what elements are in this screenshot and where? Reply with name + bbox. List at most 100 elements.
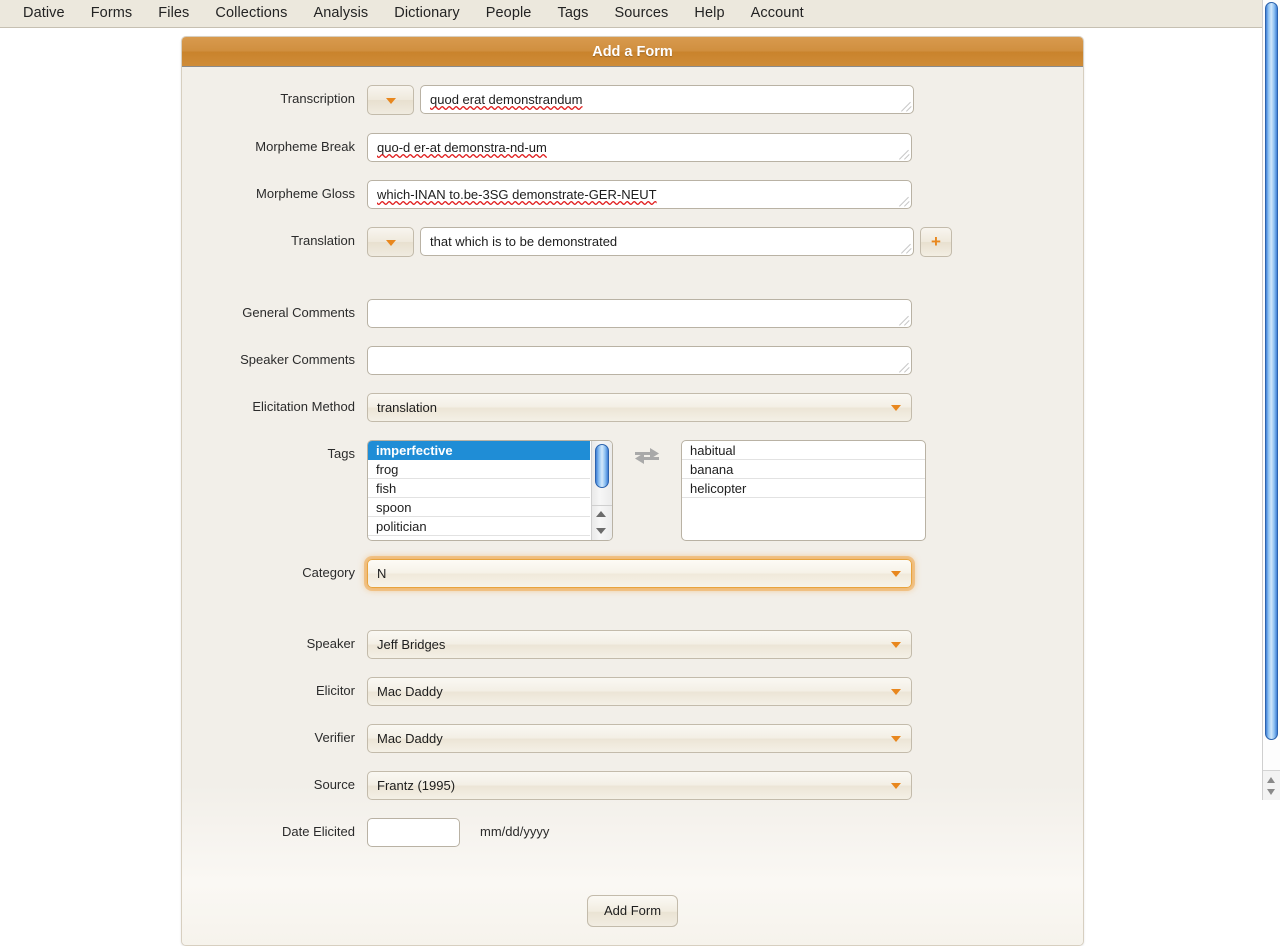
translation-dropdown-button[interactable] xyxy=(367,227,414,257)
tags-available-list[interactable]: imperfective frog fish spoon politician xyxy=(367,440,613,541)
plus-icon: + xyxy=(931,232,941,252)
elicitor-select[interactable]: Mac Daddy xyxy=(367,677,912,706)
source-label: Source xyxy=(313,777,355,792)
page-scrollbar-thumb[interactable] xyxy=(1265,2,1278,740)
field-row-translation: Translation that which is to be demonstr… xyxy=(182,227,1083,257)
field-row-elicitation-method: Elicitation Method translation xyxy=(182,393,1083,422)
tags-scroll-down-arrow-icon[interactable] xyxy=(596,528,606,534)
panel-footer: Add Form xyxy=(182,883,1083,945)
field-row-general-comments: General Comments xyxy=(182,299,1083,328)
tags-list-scrollbar[interactable] xyxy=(591,441,612,540)
tags-option-fish[interactable]: fish xyxy=(368,479,590,498)
translation-label: Translation xyxy=(291,233,355,248)
tags-scrollbar-thumb[interactable] xyxy=(595,444,609,488)
menu-item-forms[interactable]: Forms xyxy=(78,2,146,25)
field-row-tags: Tags imperfective frog fish spoon politi… xyxy=(182,440,1083,541)
transcription-label: Transcription xyxy=(280,91,355,106)
morpheme-gloss-label: Morpheme Gloss xyxy=(256,186,355,201)
field-row-source: Source Frantz (1995) xyxy=(182,771,1083,800)
menu-item-account[interactable]: Account xyxy=(738,2,817,25)
transcription-dropdown-button[interactable] xyxy=(367,85,414,115)
caret-down-icon xyxy=(891,735,901,742)
transcription-input[interactable]: quod erat demonstrandum xyxy=(420,85,914,114)
morpheme-break-value: quo-d er-at demonstra-nd-um xyxy=(377,140,547,155)
date-elicited-label: Date Elicited xyxy=(282,824,355,839)
page-scrollbar[interactable] xyxy=(1262,0,1280,800)
elicitation-method-value: translation xyxy=(377,400,437,415)
field-row-speaker-comments: Speaker Comments xyxy=(182,346,1083,375)
tags-option-spoon[interactable]: spoon xyxy=(368,498,590,517)
category-select[interactable]: N xyxy=(367,559,912,588)
menu-item-help[interactable]: Help xyxy=(681,2,737,25)
menu-item-tags[interactable]: Tags xyxy=(544,2,601,25)
date-elicited-input[interactable] xyxy=(367,818,460,847)
tags-option-imperfective[interactable]: imperfective xyxy=(368,441,590,460)
translation-value: that which is to be demonstrated xyxy=(430,234,618,249)
tags-label: Tags xyxy=(327,446,355,461)
field-row-elicitor: Elicitor Mac Daddy xyxy=(182,677,1083,706)
menu-item-dative[interactable]: Dative xyxy=(10,2,78,25)
speaker-comments-input-wrap xyxy=(367,346,912,375)
panel-body: Transcription quod erat demonstrandum Mo… xyxy=(182,67,1083,883)
source-select[interactable]: Frantz (1995) xyxy=(367,771,912,800)
category-value: N xyxy=(377,566,387,581)
caret-down-icon xyxy=(385,240,396,246)
tags-option-politician[interactable]: politician xyxy=(368,517,590,536)
add-form-panel: Add a Form Transcription quod erat demon… xyxy=(181,36,1084,946)
menu-item-dictionary[interactable]: Dictionary xyxy=(381,2,472,25)
panel-title: Add a Form xyxy=(182,37,1083,67)
page-scrollbar-arrows[interactable] xyxy=(1263,770,1280,800)
morpheme-gloss-input-wrap: which-INAN to.be-3SG demonstrate-GER-NEU… xyxy=(367,180,912,209)
elicitor-label: Elicitor xyxy=(315,683,355,698)
transcription-value: quod erat demonstrandum xyxy=(430,92,583,107)
menu-item-analysis[interactable]: Analysis xyxy=(300,2,381,25)
field-row-date-elicited: Date Elicited mm/dd/yyyy xyxy=(182,818,1083,847)
transcription-input-wrap: quod erat demonstrandum xyxy=(420,85,914,114)
verifier-select[interactable]: Mac Daddy xyxy=(367,724,912,753)
tags-option-frog[interactable]: frog xyxy=(368,460,590,479)
tags-swap-button[interactable] xyxy=(619,440,675,541)
caret-down-icon xyxy=(891,404,901,411)
translation-input[interactable]: that which is to be demonstrated xyxy=(420,227,914,256)
morpheme-gloss-value: which-INAN to.be-3SG demonstrate-GER-NEU… xyxy=(377,187,657,202)
morpheme-break-label: Morpheme Break xyxy=(255,139,355,154)
field-row-morpheme-gloss: Morpheme Gloss which-INAN to.be-3SG demo… xyxy=(182,180,1083,209)
scroll-up-arrow-icon[interactable] xyxy=(1267,777,1275,783)
morpheme-break-input-wrap: quo-d er-at demonstra-nd-um xyxy=(367,133,912,162)
tags-selected-banana[interactable]: banana xyxy=(682,460,925,479)
morpheme-gloss-input[interactable]: which-INAN to.be-3SG demonstrate-GER-NEU… xyxy=(367,180,912,209)
tags-selected-habitual[interactable]: habitual xyxy=(682,441,925,460)
general-comments-input-wrap xyxy=(367,299,912,328)
caret-down-icon xyxy=(891,641,901,648)
add-translation-button[interactable]: + xyxy=(920,227,952,257)
tags-scroll-up-arrow-icon[interactable] xyxy=(596,511,606,517)
speaker-comments-label: Speaker Comments xyxy=(240,352,355,367)
tags-selected-helicopter[interactable]: helicopter xyxy=(682,479,925,498)
speaker-select[interactable]: Jeff Bridges xyxy=(367,630,912,659)
field-row-speaker: Speaker Jeff Bridges xyxy=(182,630,1083,659)
scroll-down-arrow-icon[interactable] xyxy=(1267,789,1275,795)
menu-item-sources[interactable]: Sources xyxy=(602,2,682,25)
menu-item-collections[interactable]: Collections xyxy=(202,2,300,25)
morpheme-break-input[interactable]: quo-d er-at demonstra-nd-um xyxy=(367,133,912,162)
menu-item-people[interactable]: People xyxy=(473,2,545,25)
general-comments-input[interactable] xyxy=(367,299,912,328)
exchange-arrows-icon xyxy=(635,448,659,464)
caret-down-icon xyxy=(891,570,901,577)
add-form-button[interactable]: Add Form xyxy=(586,895,679,927)
speaker-label: Speaker xyxy=(306,636,355,651)
field-row-verifier: Verifier Mac Daddy xyxy=(182,724,1083,753)
date-format-hint: mm/dd/yyyy xyxy=(480,824,550,839)
menu-item-files[interactable]: Files xyxy=(145,2,202,25)
field-row-category: Category N xyxy=(182,559,1083,588)
tags-selected-list[interactable]: habitual banana helicopter xyxy=(681,440,926,541)
elicitation-method-select[interactable]: translation xyxy=(367,393,912,422)
translation-input-wrap: that which is to be demonstrated xyxy=(420,227,914,256)
speaker-comments-input[interactable] xyxy=(367,346,912,375)
field-row-morpheme-break: Morpheme Break quo-d er-at demonstra-nd-… xyxy=(182,133,1083,162)
verifier-value: Mac Daddy xyxy=(377,731,443,746)
field-row-transcription: Transcription quod erat demonstrandum xyxy=(182,85,1083,115)
